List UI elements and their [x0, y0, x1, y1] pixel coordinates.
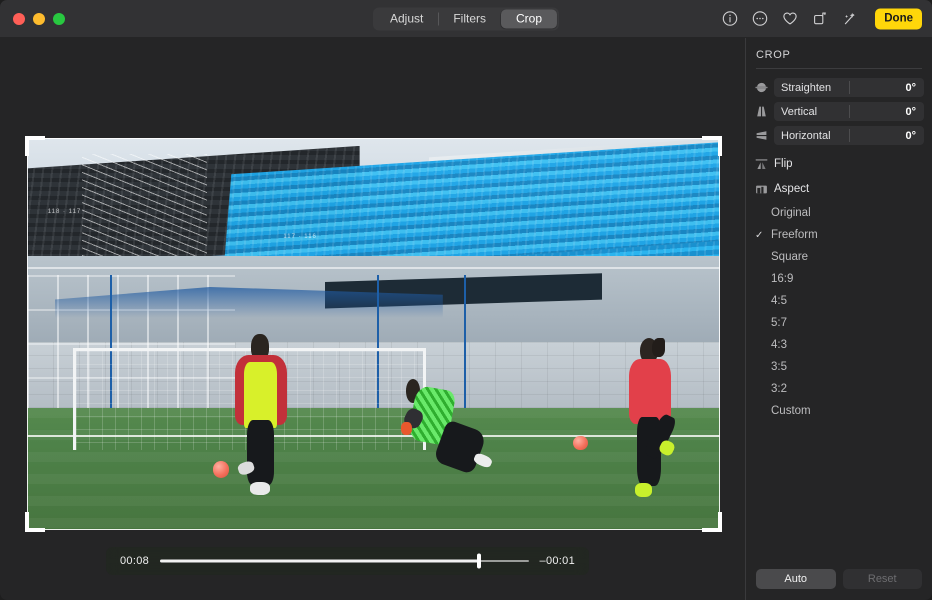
video-scrubber[interactable]: 00:08 –00:01	[106, 547, 589, 575]
favorite-heart-icon[interactable]	[781, 10, 798, 27]
reset-button[interactable]: Reset	[843, 569, 923, 589]
scrubber-remaining-bar	[479, 560, 529, 562]
aspect-option-custom[interactable]: Custom	[746, 400, 932, 422]
section-label-2: 117 · 116	[283, 234, 316, 240]
toolbar-actions: Done	[721, 8, 922, 29]
aspect-grid-icon	[755, 183, 768, 196]
vertical-label: Vertical	[774, 106, 849, 118]
scrubber-playhead[interactable]	[477, 554, 481, 569]
more-options-icon[interactable]	[751, 10, 768, 27]
goalkeeper-diving	[405, 377, 492, 483]
vertical-field[interactable]: Vertical 0°	[774, 102, 924, 121]
done-button[interactable]: Done	[875, 8, 922, 29]
aspect-option-label: 16:9	[769, 273, 793, 285]
aspect-options-list: Original ✓ Freeform Square 16:9 4:5	[746, 202, 932, 422]
zoom-window-button[interactable]	[53, 13, 65, 25]
aspect-option-16-9[interactable]: 16:9	[746, 268, 932, 290]
soccer-ball-right	[573, 436, 588, 451]
player-in-red-shirt	[623, 338, 678, 510]
straighten-value: 0°	[850, 82, 924, 94]
editor-body: 118 · 117 117 · 116	[0, 38, 932, 600]
scrubber-track[interactable]	[160, 554, 529, 568]
straighten-field[interactable]: Straighten 0°	[774, 78, 924, 97]
auto-enhance-wand-icon[interactable]	[841, 10, 858, 27]
minimize-window-button[interactable]	[33, 13, 45, 25]
section-label: 118 · 117	[48, 209, 81, 215]
tab-crop[interactable]: Crop	[501, 9, 557, 28]
aspect-row[interactable]: Aspect	[746, 178, 932, 200]
aspect-option-label: Square	[769, 251, 808, 263]
remaining-time-label: –00:01	[540, 555, 575, 567]
stadium-stairs	[82, 154, 207, 272]
titlebar: Adjust Filters Crop	[0, 0, 932, 38]
aspect-option-label: Freeform	[769, 229, 818, 241]
horizontal-label: Horizontal	[774, 130, 849, 142]
sidebar-title: CROP	[746, 47, 932, 68]
scrubber-played-bar	[160, 560, 479, 563]
guard-rail	[27, 267, 720, 269]
horizontal-value: 0°	[850, 130, 924, 142]
aspect-label: Aspect	[774, 183, 809, 195]
info-icon[interactable]	[721, 10, 738, 27]
aspect-option-square[interactable]: Square	[746, 246, 932, 268]
soccer-ball-left	[213, 461, 230, 477]
crop-frame[interactable]: 118 · 117 117 · 116	[27, 138, 720, 530]
sidebar-footer: Auto Reset	[746, 569, 932, 600]
aspect-option-label: Custom	[769, 405, 811, 417]
aspect-option-label: 3:5	[769, 361, 787, 373]
aspect-option-label: Original	[769, 207, 811, 219]
elapsed-time-label: 00:08	[120, 555, 149, 567]
flip-icon	[755, 158, 768, 171]
media-preview: 118 · 117 117 · 116	[27, 138, 720, 530]
adjustment-row-straighten[interactable]: Straighten 0°	[746, 78, 932, 97]
aspect-option-3-2[interactable]: 3:2	[746, 378, 932, 400]
aspect-option-label: 4:5	[769, 295, 787, 307]
aspect-option-5-7[interactable]: 5:7	[746, 312, 932, 334]
straighten-label: Straighten	[774, 82, 849, 94]
aspect-option-4-5[interactable]: 4:5	[746, 290, 932, 312]
crop-sidebar: CROP Straighten 0°	[745, 38, 932, 600]
horizontal-field[interactable]: Horizontal 0°	[774, 126, 924, 145]
traffic-lights	[0, 13, 65, 25]
aspect-option-label: 3:2	[769, 383, 787, 395]
checkmark-icon: ✓	[755, 230, 769, 241]
aspect-option-label: 4:3	[769, 339, 787, 351]
flip-row[interactable]: Flip	[746, 153, 932, 175]
auto-button[interactable]: Auto	[756, 569, 836, 589]
adjustment-row-horizontal[interactable]: Horizontal 0°	[746, 126, 932, 145]
aspect-option-freeform[interactable]: ✓ Freeform	[746, 224, 932, 246]
tab-filters[interactable]: Filters	[438, 9, 501, 28]
tab-adjust[interactable]: Adjust	[375, 9, 438, 28]
horizontal-perspective-icon	[755, 129, 768, 142]
aspect-option-3-5[interactable]: 3:5	[746, 356, 932, 378]
aspect-option-original[interactable]: Original	[746, 202, 932, 224]
aspect-option-4-3[interactable]: 4:3	[746, 334, 932, 356]
photos-editor-window: Adjust Filters Crop	[0, 0, 932, 600]
vertical-value: 0°	[850, 106, 924, 118]
vertical-perspective-icon	[755, 105, 768, 118]
rotate-icon[interactable]	[811, 10, 828, 27]
aspect-option-label: 5:7	[769, 317, 787, 329]
sidebar-divider	[756, 68, 922, 69]
edit-mode-segmented-control: Adjust Filters Crop	[373, 7, 559, 30]
adjustment-row-vertical[interactable]: Vertical 0°	[746, 102, 932, 121]
close-window-button[interactable]	[13, 13, 25, 25]
player-in-yellow-bib	[231, 334, 290, 499]
photo-canvas: 118 · 117 117 · 116	[0, 38, 745, 600]
flip-label: Flip	[774, 158, 793, 170]
straighten-icon	[755, 81, 768, 94]
